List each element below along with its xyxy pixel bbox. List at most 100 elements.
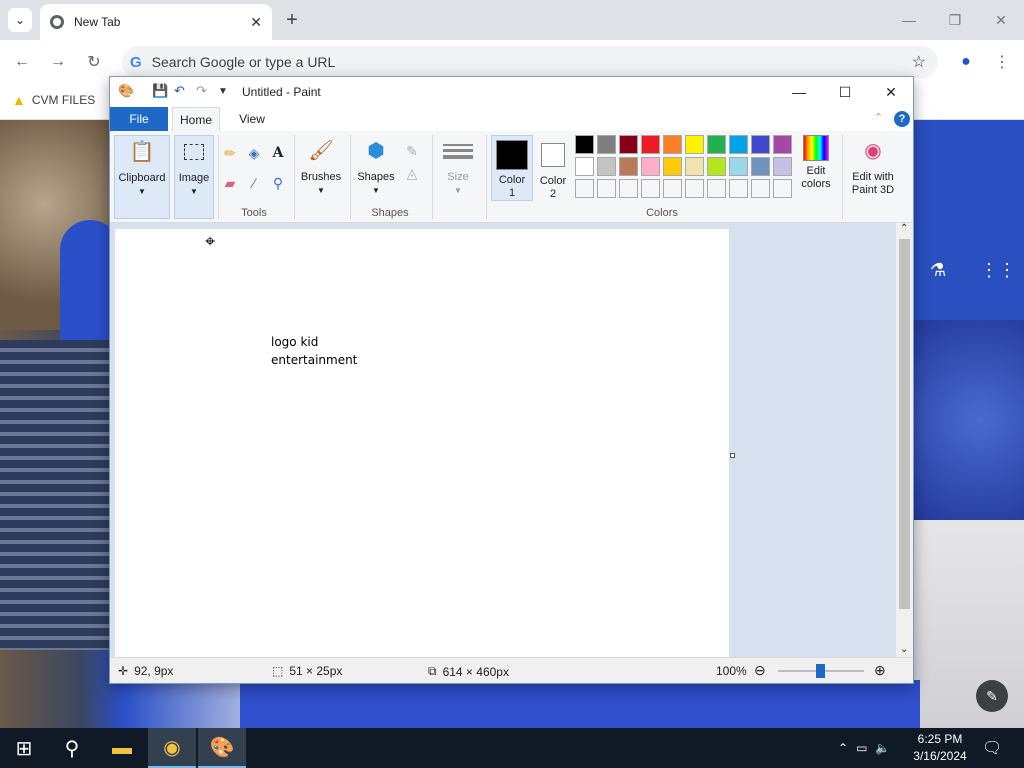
menu-button[interactable]: ⋮ bbox=[990, 50, 1014, 74]
color1-button[interactable]: Color 1 bbox=[491, 135, 533, 201]
text-icon[interactable]: A bbox=[268, 143, 288, 163]
vertical-scrollbar[interactable]: ⌃ ⌄ bbox=[896, 223, 913, 657]
color-swatch[interactable] bbox=[685, 157, 704, 176]
customize-button[interactable]: ✎ bbox=[976, 680, 1008, 712]
zoom-out-icon[interactable]: ⊖ bbox=[754, 662, 766, 679]
outline-icon[interactable]: ✎ bbox=[402, 141, 422, 161]
minimize-button[interactable]: — bbox=[886, 6, 932, 34]
scrollbar-thumb[interactable] bbox=[899, 239, 910, 609]
color-swatch[interactable] bbox=[641, 179, 660, 198]
star-icon[interactable]: ☆ bbox=[912, 52, 926, 72]
color-swatch[interactable] bbox=[729, 179, 748, 198]
search-button[interactable]: ⚲ bbox=[48, 728, 96, 768]
image-button[interactable]: Image ▼ bbox=[174, 135, 214, 219]
color-swatch[interactable] bbox=[729, 135, 748, 154]
brushes-button[interactable]: 🖌 Brushes ▼ bbox=[298, 135, 344, 197]
color-swatch[interactable] bbox=[773, 179, 792, 198]
undo-icon[interactable]: ↶ bbox=[174, 83, 185, 99]
color-swatch[interactable] bbox=[663, 135, 682, 154]
labs-icon[interactable]: ⚗ bbox=[930, 260, 946, 281]
volume-muted-icon[interactable]: 🔈 bbox=[875, 741, 890, 755]
color-swatch[interactable] bbox=[619, 135, 638, 154]
scroll-down-icon[interactable]: ⌄ bbox=[900, 644, 908, 655]
redo-icon[interactable]: ↷ bbox=[196, 83, 207, 99]
chrome-taskbar-button[interactable]: ◉ bbox=[148, 728, 196, 768]
pencil-icon[interactable]: ✏ bbox=[220, 143, 240, 163]
color-swatch[interactable] bbox=[773, 157, 792, 176]
notifications-icon[interactable]: 🗨 bbox=[982, 728, 1002, 768]
shapes-button[interactable]: ⬢ Shapes ▼ bbox=[354, 135, 398, 197]
forward-button[interactable]: → bbox=[46, 50, 70, 74]
color-swatch[interactable] bbox=[729, 157, 748, 176]
color-swatch[interactable] bbox=[597, 157, 616, 176]
color-swatch[interactable] bbox=[575, 179, 594, 198]
tab-view[interactable]: View bbox=[232, 107, 272, 131]
edit-colors-button[interactable]: Edit colors bbox=[796, 135, 836, 191]
close-tab-icon[interactable]: ✕ bbox=[250, 14, 262, 31]
magnifier-icon[interactable]: ⚲ bbox=[268, 173, 288, 193]
tab-home[interactable]: Home bbox=[172, 107, 220, 131]
color-swatch[interactable] bbox=[619, 179, 638, 198]
paint-maximize-button[interactable]: ☐ bbox=[822, 77, 868, 107]
paint-close-button[interactable]: ✕ bbox=[868, 77, 914, 107]
start-button[interactable]: ⊞ bbox=[0, 728, 48, 768]
shape-fill-icon[interactable]: ◬ bbox=[402, 163, 422, 183]
drawing-canvas[interactable]: logo kid entertainment ⌖ bbox=[115, 229, 729, 657]
more-vert-icon: ⋮ bbox=[994, 54, 1010, 71]
color2-button[interactable]: Color 2 bbox=[535, 135, 571, 201]
apps-grid-icon[interactable]: ⋮⋮⋮ bbox=[980, 260, 1024, 281]
clipboard-button[interactable]: 📋 Clipboard ▼ bbox=[114, 135, 170, 219]
customize-qa-icon[interactable]: ▼ bbox=[218, 86, 228, 97]
color-swatch[interactable] bbox=[619, 157, 638, 176]
paint-taskbar-button[interactable]: 🎨 bbox=[198, 728, 246, 768]
chevron-up-icon[interactable]: ⌃ bbox=[838, 741, 848, 755]
color-swatch[interactable] bbox=[663, 157, 682, 176]
address-bar[interactable]: G Search Google or type a URL ☆ bbox=[122, 46, 938, 78]
color-swatch[interactable] bbox=[575, 157, 594, 176]
color-swatch[interactable] bbox=[641, 157, 660, 176]
google-drive-icon: ▲ bbox=[12, 92, 26, 108]
color-swatch[interactable] bbox=[751, 135, 770, 154]
reload-button[interactable]: ↻ bbox=[82, 50, 106, 74]
help-icon[interactable]: ? bbox=[894, 111, 910, 127]
restore-button[interactable]: ❐ bbox=[932, 6, 978, 34]
color-swatch[interactable] bbox=[707, 157, 726, 176]
profile-button[interactable]: ● bbox=[954, 50, 978, 74]
color-swatch[interactable] bbox=[707, 179, 726, 198]
back-button[interactable]: ← bbox=[10, 50, 34, 74]
collapse-ribbon-icon[interactable]: ⌃ bbox=[874, 111, 883, 124]
new-tab-button[interactable]: + bbox=[280, 8, 304, 32]
save-icon[interactable]: 💾 bbox=[152, 83, 168, 99]
browser-tab[interactable]: New Tab ✕ bbox=[40, 4, 272, 40]
tab-search-button[interactable]: ⌄ bbox=[8, 8, 32, 32]
close-window-button[interactable]: ✕ bbox=[978, 6, 1024, 34]
shapes-label: Shapes bbox=[357, 171, 395, 183]
eraser-icon[interactable]: ▰ bbox=[220, 173, 240, 193]
color-swatch[interactable] bbox=[597, 179, 616, 198]
network-icon[interactable]: ▭ bbox=[856, 741, 867, 755]
color-swatch[interactable] bbox=[641, 135, 660, 154]
fill-icon[interactable]: ◈ bbox=[244, 143, 264, 163]
paint3d-button[interactable]: ◉ Edit with Paint 3D bbox=[846, 135, 900, 197]
size-button[interactable]: Size ▼ bbox=[438, 135, 478, 197]
tab-file[interactable]: File bbox=[110, 107, 168, 131]
zoom-slider-thumb[interactable] bbox=[816, 664, 825, 678]
clock[interactable]: 6:25 PM 3/16/2024 bbox=[908, 731, 972, 765]
color-swatch[interactable] bbox=[663, 179, 682, 198]
rainbow-icon bbox=[803, 135, 829, 161]
color-swatch[interactable] bbox=[685, 135, 704, 154]
color-swatch[interactable] bbox=[575, 135, 594, 154]
color-swatch[interactable] bbox=[597, 135, 616, 154]
bookmark-cvm-files[interactable]: ▲ CVM FILES bbox=[12, 92, 95, 108]
color-swatch[interactable] bbox=[707, 135, 726, 154]
zoom-in-icon[interactable]: ⊕ bbox=[874, 662, 886, 679]
color-swatch[interactable] bbox=[751, 157, 770, 176]
color-picker-icon[interactable]: ⁄ bbox=[244, 173, 264, 193]
scroll-up-icon[interactable]: ⌃ bbox=[900, 223, 908, 234]
canvas-resize-handle[interactable] bbox=[730, 453, 735, 458]
color-swatch[interactable] bbox=[773, 135, 792, 154]
color-swatch[interactable] bbox=[685, 179, 704, 198]
color-swatch[interactable] bbox=[751, 179, 770, 198]
file-explorer-button[interactable]: ▬ bbox=[98, 728, 146, 768]
paint-minimize-button[interactable]: — bbox=[776, 77, 822, 107]
